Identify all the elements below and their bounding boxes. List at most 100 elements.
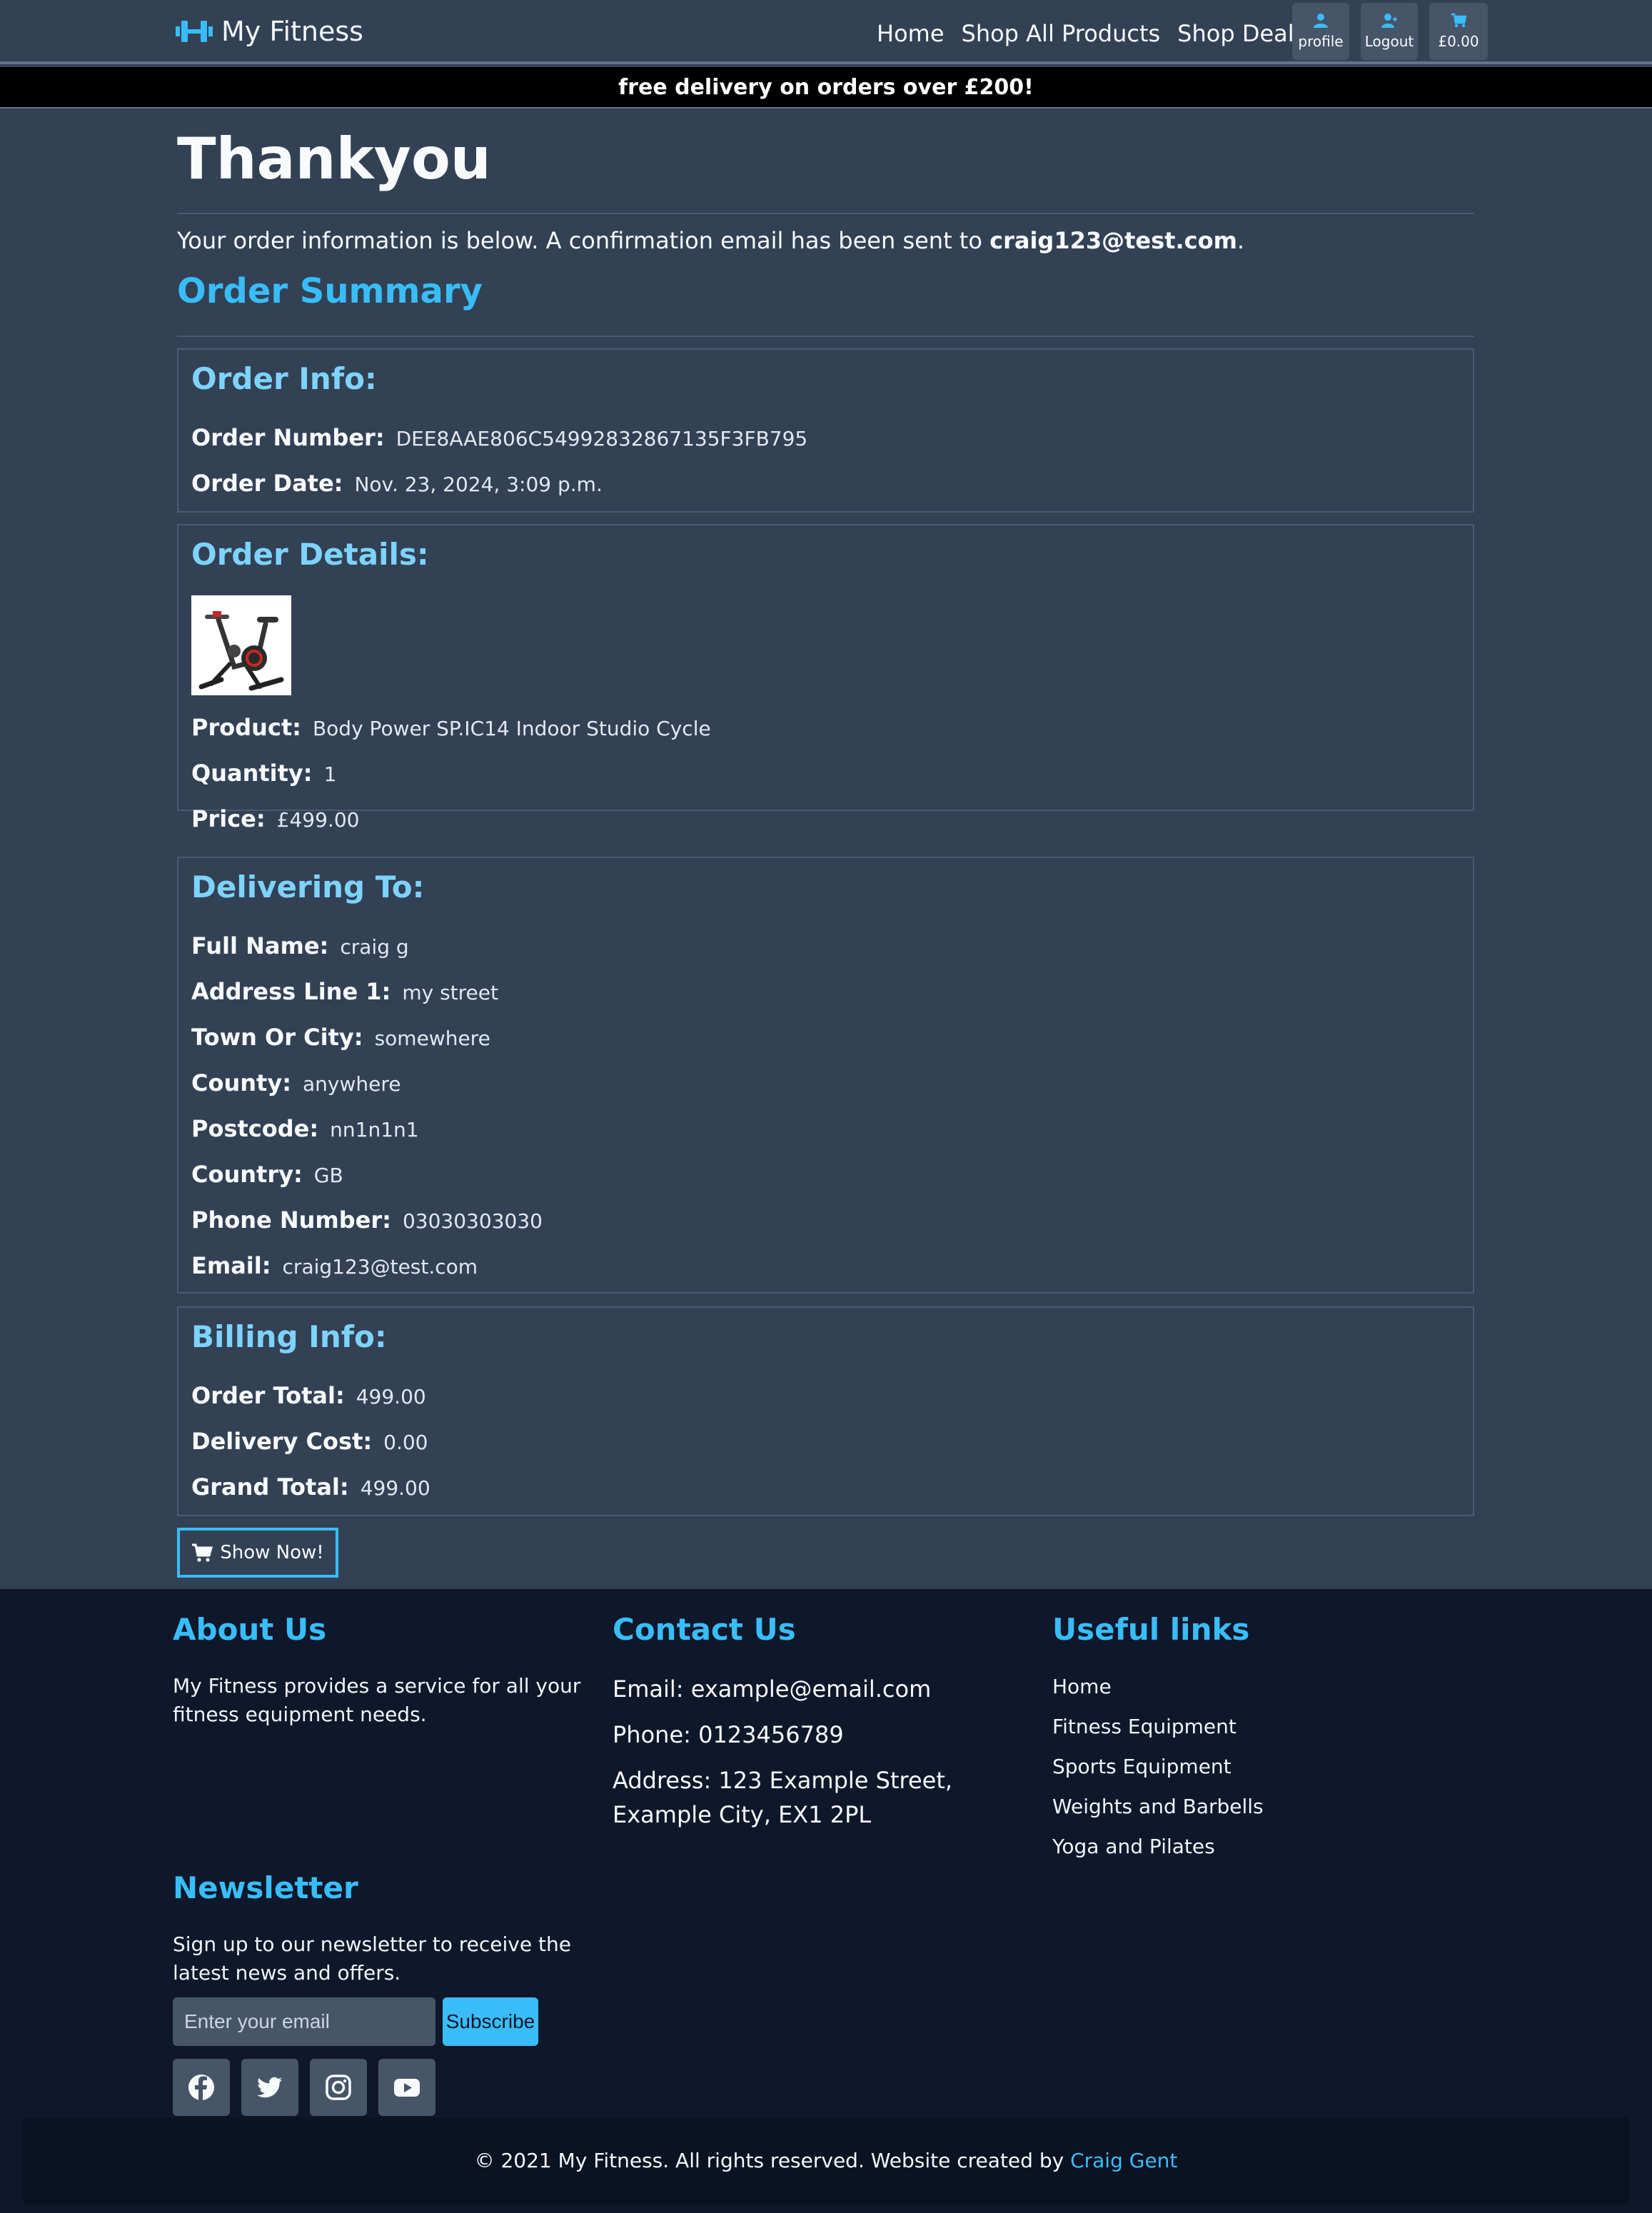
footer-link-weights-and-barbells[interactable]: Weights and Barbells <box>1052 1795 1264 1818</box>
town-or-city-field: Town Or City: somewhere <box>191 1024 490 1051</box>
cart-button[interactable]: £0.00 <box>1429 3 1488 60</box>
profile-button[interactable]: profile <box>1292 3 1349 60</box>
delivering-to-title: Delivering To: <box>191 869 425 904</box>
order-total-field: Order Total: 499.00 <box>191 1382 426 1409</box>
footer-link-yoga-and-pilates[interactable]: Yoga and Pilates <box>1052 1835 1215 1858</box>
product-field: Product: Body Power SP.IC14 Indoor Studi… <box>191 714 711 741</box>
billing-info-title: Billing Info: <box>191 1319 387 1354</box>
instagram-button[interactable] <box>310 2059 367 2116</box>
price-value: £499.00 <box>276 808 360 832</box>
nav-buttons: profile Logout £0.00 <box>1292 3 1488 60</box>
nav-links: Home Shop All Products Shop Deals <box>877 20 1306 47</box>
field-label: Delivery Cost: <box>191 1428 373 1455</box>
cart-total: £0.00 <box>1438 33 1479 50</box>
nav-link-shop-all[interactable]: Shop All Products <box>962 20 1161 47</box>
product-value: Body Power SP.IC14 Indoor Studio Cycle <box>312 717 711 740</box>
billing-info-card: Billing Info: Order Total: 499.00 Delive… <box>177 1306 1474 1516</box>
footer-link-sports-equipment[interactable]: Sports Equipment <box>1052 1755 1232 1778</box>
about-us-text: My Fitness provides a service for all yo… <box>173 1674 581 1726</box>
price-field: Price: £499.00 <box>191 805 359 832</box>
intro-text: Your order information is below. A confi… <box>177 227 1244 254</box>
footer: About Us My Fitness provides a service f… <box>0 1589 1652 2213</box>
quantity-value: 1 <box>323 762 337 786</box>
cart-icon <box>192 1543 213 1562</box>
email-value: craig123@test.com <box>282 1255 478 1279</box>
county-field: County: anywhere <box>191 1069 401 1097</box>
copyright-bar: © 2021 My Fitness. All rights reserved. … <box>23 2117 1629 2204</box>
newsletter-email-input[interactable] <box>173 1997 435 2046</box>
field-label: Quantity: <box>191 760 313 787</box>
delivery-cost-value: 0.00 <box>383 1431 428 1454</box>
delivering-to-card: Delivering To: Full Name: craig g Addres… <box>177 857 1474 1294</box>
order-details-title: Order Details: <box>191 537 429 572</box>
order-date-value: Nov. 23, 2024, 3:09 p.m. <box>354 473 603 496</box>
field-label: Product: <box>191 714 301 741</box>
field-label: Postcode: <box>191 1115 319 1142</box>
address-line-1-field: Address Line 1: my street <box>191 978 498 1005</box>
order-details-card: Order Details: Product: Body Power SP.IC… <box>177 524 1474 832</box>
instagram-icon <box>326 2075 351 2100</box>
navbar: My Fitness Home Shop All Products Shop D… <box>0 0 1652 64</box>
order-number-field: Order Number: DEE8AAE806C54992832867135F… <box>191 424 807 451</box>
contact-us-title: Contact Us <box>613 1612 796 1647</box>
country-field: Country: GB <box>191 1161 343 1188</box>
field-label: Price: <box>191 805 266 832</box>
nav-link-home[interactable]: Home <box>877 20 945 47</box>
field-label: Country: <box>191 1161 303 1188</box>
profile-label: profile <box>1298 33 1344 50</box>
country-value: GB <box>313 1164 343 1187</box>
email-field: Email: craig123@test.com <box>191 1252 478 1279</box>
user-icon <box>1314 14 1328 28</box>
youtube-button[interactable] <box>378 2059 435 2116</box>
brand-logo[interactable]: My Fitness <box>176 16 363 47</box>
logout-button[interactable]: Logout <box>1361 3 1418 60</box>
show-now-label: Show Now! <box>220 1542 324 1563</box>
intro-email: craig123@test.com <box>989 227 1237 254</box>
phone-number-field: Phone Number: 03030303030 <box>191 1206 543 1234</box>
field-label: Order Number: <box>191 424 385 451</box>
order-info-title: Order Info: <box>191 361 377 396</box>
subscribe-button[interactable]: Subscribe <box>443 1997 538 2046</box>
address-line-1-value: my street <box>402 981 498 1004</box>
full-name-field: Full Name: craig g <box>191 932 409 959</box>
contact-email: Email: example@email.com <box>613 1675 932 1703</box>
facebook-button[interactable] <box>173 2059 230 2116</box>
footer-link-fitness-equipment[interactable]: Fitness Equipment <box>1052 1715 1237 1738</box>
twitter-button[interactable] <box>241 2059 298 2116</box>
order-number-value: DEE8AAE806C54992832867135F3FB795 <box>396 427 808 450</box>
brand-name: My Fitness <box>221 16 363 47</box>
author-link[interactable]: Craig Gent <box>1070 2149 1177 2172</box>
full-name-value: craig g <box>340 935 409 959</box>
order-date-field: Order Date: Nov. 23, 2024, 3:09 p.m. <box>191 470 603 497</box>
facebook-icon <box>188 2075 214 2100</box>
field-label: Email: <box>191 1252 271 1279</box>
copyright-text: © 2021 My Fitness. All rights reserved. … <box>23 2149 1629 2172</box>
delivery-banner: free delivery on orders over £200! <box>0 67 1652 109</box>
field-label: Order Date: <box>191 470 343 497</box>
contact-phone: Phone: 0123456789 <box>613 1721 844 1748</box>
postcode-value: nn1n1n1 <box>330 1118 419 1141</box>
product-image <box>191 595 291 695</box>
divider <box>177 213 1474 214</box>
nav-link-shop-deals[interactable]: Shop Deals <box>1177 20 1306 47</box>
newsletter-text: Sign up to our newsletter to receive the… <box>173 1932 571 1985</box>
field-label: Full Name: <box>191 932 329 959</box>
order-info-card: Order Info: Order Number: DEE8AAE806C549… <box>177 348 1474 513</box>
logout-label: Logout <box>1364 33 1414 50</box>
footer-link-home[interactable]: Home <box>1052 1675 1112 1698</box>
field-label: Grand Total: <box>191 1473 349 1501</box>
field-label: Order Total: <box>191 1382 345 1409</box>
county-value: anywhere <box>302 1072 401 1096</box>
copyright-prefix: © 2021 My Fitness. All rights reserved. … <box>474 2149 1071 2172</box>
dumbbell-icon <box>176 21 213 42</box>
divider <box>177 336 1474 337</box>
field-label: Address Line 1: <box>191 978 391 1005</box>
order-total-value: 499.00 <box>356 1385 426 1408</box>
intro-prefix: Your order information is below. A confi… <box>177 227 990 254</box>
intro-suffix: . <box>1237 227 1245 254</box>
about-us-title: About Us <box>173 1612 327 1647</box>
grand-total-field: Grand Total: 499.00 <box>191 1473 430 1501</box>
cart-icon <box>1451 13 1466 28</box>
phone-number-value: 03030303030 <box>402 1209 543 1233</box>
show-now-button[interactable]: Show Now! <box>177 1528 338 1578</box>
